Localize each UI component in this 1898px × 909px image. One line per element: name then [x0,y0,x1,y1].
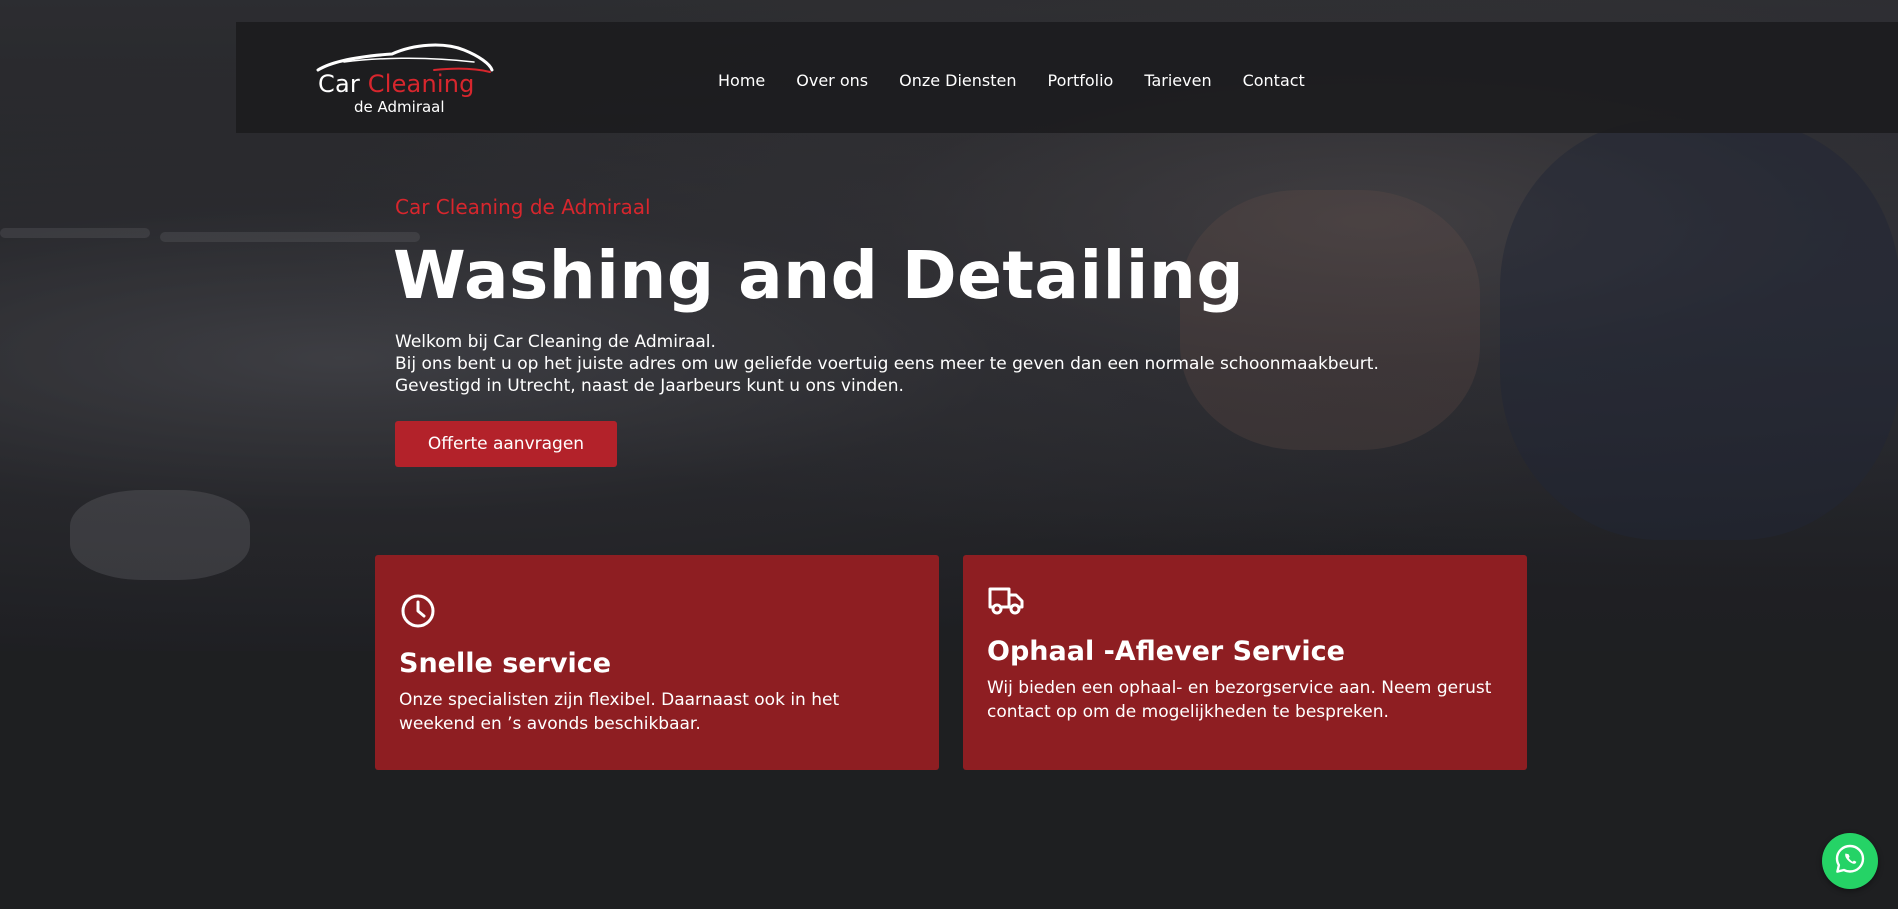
feature-card-pickup-delivery: Ophaal -Aflever Service Wij bieden een o… [963,555,1527,770]
logo-tagline: de Admiraal [354,98,445,116]
feature-text: Wij bieden een ophaal- en bezorgservice … [987,678,1492,722]
nav-item-home[interactable]: Home [718,71,765,90]
nav-item-over-ons[interactable]: Over ons [796,71,868,90]
nav-item-onze-diensten[interactable]: Onze Diensten [899,71,1016,90]
feature-text: Onze specialisten zijn flexibel. Daarnaa… [399,690,840,734]
hero-headline: Washing and Detailing [393,237,1245,314]
feature-title: Snelle service [399,648,612,679]
hero-eyebrow: Car Cleaning de Admiraal [395,195,651,219]
whatsapp-icon [1834,843,1866,879]
hero-intro-line: Bij ons bent u op het juiste adres om uw… [395,354,1379,374]
nav-item-portfolio[interactable]: Portfolio [1048,71,1114,90]
nav-item-tarieven[interactable]: Tarieven [1144,71,1211,90]
whatsapp-chat-button[interactable] [1822,833,1878,889]
hero-intro: Welkom bij Car Cleaning de Admiraal. Bij… [395,331,1545,397]
hero-intro-line: Welkom bij Car Cleaning de Admiraal. [395,332,716,352]
request-quote-button[interactable]: Offerte aanvragen [395,421,617,467]
clock-icon [400,593,436,633]
hero-intro-line: Gevestigd in Utrecht, naast de Jaarbeurs… [395,376,904,396]
feature-title: Ophaal -Aflever Service [987,636,1345,667]
navbar: Car Cleaning de Admiraal Home Over ons O… [236,22,1898,133]
hero-content: Car Cleaning de Admiraal Washing and Det… [393,195,1545,467]
truck-icon [987,585,1025,621]
nav-item-contact[interactable]: Contact [1243,71,1305,90]
logo-wordmark: Car Cleaning [318,70,475,98]
feature-card-fast-service: Snelle service Onze specialisten zijn fl… [375,555,939,770]
main-menu: Home Over ons Onze Diensten Portfolio Ta… [718,71,1336,90]
site-logo[interactable]: Car Cleaning de Admiraal [314,40,504,120]
